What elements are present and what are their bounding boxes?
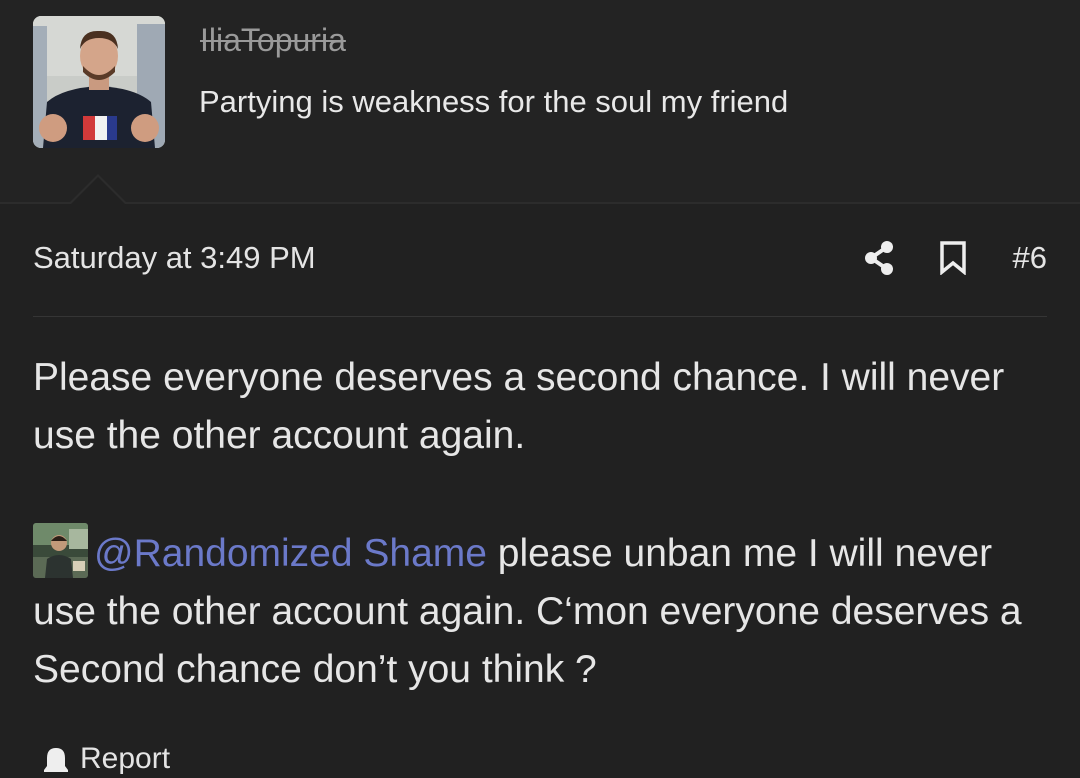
- share-icon: [864, 241, 893, 275]
- post-body: Please everyone deserves a second chance…: [33, 349, 1047, 699]
- mention-avatar[interactable]: [33, 523, 88, 578]
- bookmark-button[interactable]: [933, 238, 973, 278]
- user-title: Partying is weakness for the soul my fri…: [199, 84, 789, 119]
- share-button[interactable]: [859, 238, 899, 278]
- bookmark-icon: [939, 241, 966, 275]
- post-paragraph: Please everyone deserves a second chance…: [33, 356, 1005, 457]
- report-label: Report: [80, 742, 171, 775]
- user-avatar[interactable]: [33, 16, 165, 148]
- pointer-arrow-fill: [70, 177, 126, 205]
- post-paragraph-mention: @Randomized Shame please unban me I will…: [33, 523, 1047, 699]
- post-number-link[interactable]: #6: [1013, 240, 1047, 276]
- meta-divider: [33, 316, 1047, 317]
- header-divider: [0, 202, 1080, 204]
- user-mention-link[interactable]: @Randomized Shame: [94, 532, 487, 575]
- username[interactable]: IliaTopuria: [200, 22, 346, 59]
- post-date[interactable]: Saturday at 3:49 PM: [33, 240, 316, 276]
- profile-header: IliaTopuria Partying is weakness for the…: [0, 0, 1080, 202]
- post-actions: #6: [859, 238, 1047, 278]
- report-icon: [44, 748, 68, 772]
- report-button[interactable]: Report: [44, 742, 170, 778]
